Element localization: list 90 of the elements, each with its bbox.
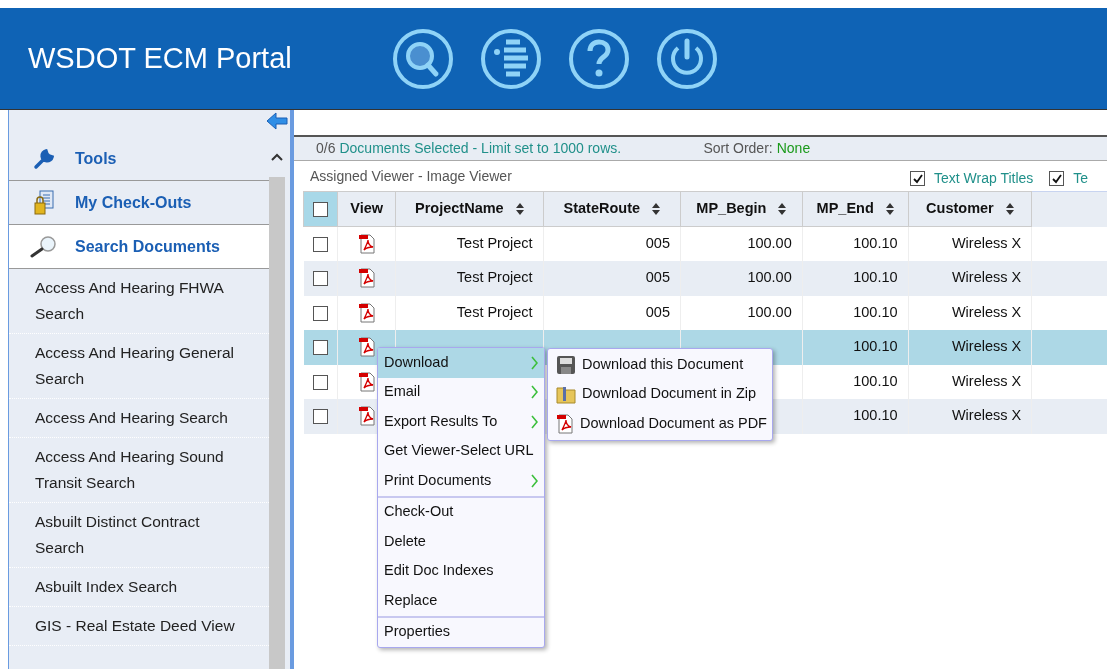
menu-item[interactable]: Email bbox=[378, 377, 544, 407]
saved-search-item[interactable]: Asbuilt Distinct Contract Search bbox=[35, 509, 240, 561]
saved-search-item[interactable]: Access And Hearing FHWA Search bbox=[35, 275, 240, 327]
table-cell: 100.10 bbox=[853, 338, 898, 355]
submenu-item[interactable]: Download Document as PDF bbox=[548, 409, 772, 439]
column-header[interactable]: Customer bbox=[908, 191, 1032, 227]
row-checkbox[interactable] bbox=[312, 305, 328, 321]
pdf-file-icon bbox=[357, 371, 376, 392]
table-cell: 005 bbox=[645, 235, 670, 252]
power-icon[interactable] bbox=[656, 27, 718, 90]
pdf-file-icon bbox=[556, 413, 574, 434]
status-message: Documents Selected - Limit set to 1000 rows. bbox=[339, 139, 623, 158]
column-header[interactable]: MP_End bbox=[802, 191, 909, 227]
table-row[interactable]: Test Project 005 100.00 100.10 Wireless X bbox=[303, 295, 1107, 330]
pdf-file-icon bbox=[357, 406, 376, 427]
row-checkbox[interactable] bbox=[312, 236, 328, 252]
column-header[interactable]: MP_Begin bbox=[680, 191, 803, 227]
menu-item[interactable]: Replace bbox=[378, 586, 544, 616]
option-checkbox[interactable]: Te bbox=[1049, 168, 1089, 191]
app-title: WSDOT ECM Portal bbox=[28, 40, 293, 76]
pdf-file-icon bbox=[357, 302, 376, 323]
menu-item[interactable]: Export Results To bbox=[378, 407, 544, 437]
wrench-icon bbox=[33, 147, 55, 170]
menu-item[interactable]: Check-Out bbox=[378, 497, 544, 527]
submenu-item[interactable]: Download Document in Zip bbox=[548, 379, 772, 409]
saved-search-item[interactable]: Access And Hearing Sound Transit Search bbox=[35, 444, 240, 496]
row-checkbox[interactable] bbox=[312, 340, 328, 356]
table-cell: Wireless X bbox=[951, 372, 1022, 389]
zip-folder-icon bbox=[556, 384, 576, 405]
table-cell: Wireless X bbox=[951, 303, 1022, 320]
saved-search-item[interactable]: Access And Hearing Search bbox=[35, 405, 240, 431]
checkbox[interactable] bbox=[910, 171, 925, 186]
saved-search-item[interactable]: Access And Hearing General Search bbox=[35, 340, 240, 392]
select-all-checkbox[interactable] bbox=[313, 201, 329, 217]
locked-document-icon bbox=[33, 189, 55, 216]
menu-item[interactable]: Get Viewer-Select URL bbox=[378, 436, 544, 466]
saved-search-item[interactable]: Asbuilt Index Search bbox=[35, 574, 240, 600]
table-cell: 100.00 bbox=[747, 303, 792, 320]
chevron-up-icon[interactable] bbox=[270, 152, 284, 162]
collapse-arrow-icon[interactable] bbox=[266, 112, 288, 130]
table-cell: 005 bbox=[645, 303, 670, 320]
table-cell: Wireless X bbox=[951, 235, 1022, 252]
table-cell: 100.00 bbox=[747, 235, 792, 252]
table-cell: Test Project bbox=[456, 303, 533, 320]
sort-icon[interactable] bbox=[885, 203, 894, 215]
table-cell: 100.00 bbox=[747, 269, 792, 286]
table-cell: 100.10 bbox=[853, 407, 898, 424]
sort-order-value: None bbox=[776, 139, 811, 158]
help-icon[interactable] bbox=[568, 27, 630, 90]
pdf-file-icon bbox=[357, 234, 376, 254]
table-cell: 100.10 bbox=[853, 303, 898, 320]
column-header[interactable]: StateRoute bbox=[543, 191, 681, 227]
sort-icon[interactable] bbox=[1005, 203, 1014, 215]
table-cell: Wireless X bbox=[951, 407, 1022, 424]
sort-icon[interactable] bbox=[515, 203, 524, 215]
menu-item[interactable]: Edit Doc Indexes bbox=[378, 556, 544, 586]
menu-item[interactable]: Properties bbox=[378, 617, 544, 647]
selected-count: 0/6 bbox=[316, 139, 336, 158]
menu-item[interactable]: Delete bbox=[378, 527, 544, 557]
option-checkbox[interactable]: Text Wrap Titles bbox=[910, 168, 1034, 191]
table-cell: Wireless X bbox=[951, 338, 1022, 355]
table-cell: Test Project bbox=[456, 235, 533, 252]
row-checkbox[interactable] bbox=[312, 374, 328, 390]
scrollbar[interactable] bbox=[269, 137, 285, 669]
pdf-file-icon bbox=[357, 337, 376, 358]
menu-item[interactable]: Download bbox=[378, 348, 544, 378]
table-cell: Wireless X bbox=[951, 269, 1022, 286]
column-header[interactable]: ProjectName bbox=[395, 191, 544, 227]
pdf-file-icon bbox=[357, 268, 376, 289]
table-row[interactable]: Test Project 005 100.00 100.10 Wireless X bbox=[303, 261, 1107, 296]
list-icon[interactable] bbox=[480, 27, 542, 90]
search-icon[interactable] bbox=[392, 27, 454, 90]
row-checkbox[interactable] bbox=[312, 271, 328, 287]
sort-icon[interactable] bbox=[652, 203, 661, 215]
table-cell: 100.10 bbox=[853, 235, 898, 252]
table-cell: Test Project bbox=[456, 269, 533, 286]
table-row[interactable]: Test Project 005 100.00 100.10 Wireless X bbox=[303, 226, 1107, 261]
checkbox[interactable] bbox=[1049, 171, 1065, 186]
table-cell: 100.10 bbox=[853, 372, 898, 389]
viewer-label: Assigned Viewer - Image Viewer bbox=[310, 167, 513, 186]
table-cell: 100.10 bbox=[853, 269, 898, 286]
column-header[interactable]: View bbox=[337, 191, 396, 227]
table-cell: 005 bbox=[645, 269, 670, 286]
saved-search-item[interactable]: GIS - Real Estate Deed View bbox=[35, 613, 240, 639]
sort-icon[interactable] bbox=[778, 203, 787, 215]
row-checkbox[interactable] bbox=[312, 409, 328, 425]
magnifier-icon bbox=[29, 234, 59, 259]
sidebar-nav-item[interactable]: Search Documents bbox=[9, 225, 269, 269]
sort-order-label: Sort Order: bbox=[703, 139, 773, 158]
menu-item[interactable]: Print Documents bbox=[378, 466, 544, 496]
